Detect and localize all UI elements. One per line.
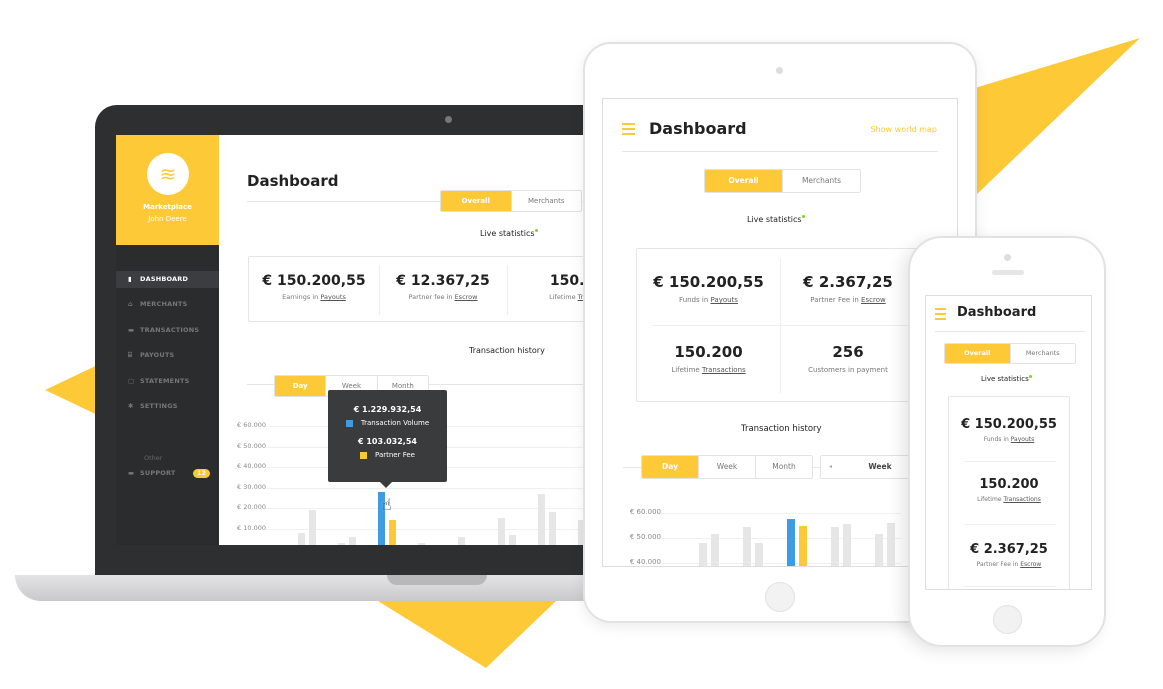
transactions-link[interactable]: Transactions [1003, 496, 1040, 503]
y-tick-label: € 60.000 [629, 508, 661, 516]
tablet-home-button[interactable] [765, 582, 795, 612]
view-tabs: Overall Merchants [944, 343, 1076, 364]
phone-home-button[interactable] [993, 605, 1022, 634]
bar[interactable] [887, 523, 895, 566]
bar[interactable] [418, 542, 425, 545]
bar[interactable] [875, 534, 883, 566]
y-tick-label: € 40.000 [629, 558, 661, 566]
stat-lifetime-transactions: 150.200 Lifetime Transactions [977, 477, 1041, 503]
bar[interactable] [843, 524, 851, 566]
phone-screen: Dashboard Overall Merchants Live statist… [925, 295, 1092, 590]
bar[interactable] [498, 518, 505, 545]
laptop-chart: € 10.000 € 20.000 € 30.000 € 40.000 € 50.000… [116, 135, 590, 545]
bar[interactable] [338, 542, 345, 545]
partner-fee-bar[interactable] [389, 520, 396, 545]
phone-camera [1004, 254, 1011, 261]
live-indicator [1028, 375, 1032, 378]
bar[interactable] [743, 526, 751, 566]
laptop-camera [445, 116, 452, 123]
transaction-volume-bar[interactable] [787, 519, 795, 566]
page-title: Dashboard [957, 305, 1037, 320]
y-tick-label: € 10.000 [237, 523, 266, 532]
triangle-bottom [378, 601, 556, 668]
bar[interactable] [538, 493, 545, 545]
laptop-screen: ≋ Marketplace John Deere ▮ DASHBOARD ⌂ MER… [116, 135, 590, 545]
chart-tooltip: € 1.229.932,54 Transaction Volume € 103.… [328, 390, 447, 488]
bar[interactable] [309, 510, 316, 545]
y-tick-label: € 20.000 [237, 503, 266, 511]
bar[interactable] [711, 534, 719, 566]
bar[interactable] [298, 532, 305, 545]
gridline [661, 563, 901, 564]
y-tick-label: € 50.000 [629, 533, 661, 541]
tablet-camera [776, 67, 783, 74]
stat-partner-fee: € 2.367,25 Partner Fee in Escrow [970, 542, 1048, 568]
gridline [661, 513, 901, 514]
tab-merchants[interactable]: Merchants [1009, 344, 1076, 363]
gridline [661, 538, 901, 539]
stat-funds: € 150.200,55 Funds in Payouts [961, 417, 1057, 443]
payouts-link[interactable]: Payouts [1011, 436, 1035, 443]
live-statistics-label: Live statistics [981, 375, 1032, 383]
y-tick-label: € 30.000 [237, 482, 266, 491]
y-tick-label: € 40.000 [237, 462, 266, 470]
bar[interactable] [831, 526, 839, 566]
laptop-notch [387, 575, 487, 585]
volume-swatch [345, 419, 353, 427]
partner-fee-bar[interactable] [799, 525, 807, 566]
y-tick-label: € 60.000 [237, 421, 266, 429]
phone-speaker [992, 270, 1024, 275]
y-tick-label: € 50.000 [237, 441, 266, 450]
hamburger-menu-icon[interactable] [935, 308, 946, 323]
tooltip-volume-value: € 1.229.932,54 [353, 405, 422, 414]
gridline [266, 487, 590, 489]
bar[interactable] [549, 512, 556, 545]
laptop-base [15, 575, 615, 601]
triangle-right [975, 38, 1140, 196]
bar[interactable] [458, 536, 465, 545]
bar[interactable] [699, 543, 707, 566]
escrow-link[interactable]: Escrow [1020, 561, 1041, 568]
bar[interactable] [755, 543, 763, 566]
bar[interactable] [349, 536, 356, 545]
bar[interactable] [509, 534, 516, 545]
tablet-screen: Dashboard Show world map Overall Merchan… [602, 98, 958, 567]
tooltip-fee-value: € 103.032,54 [358, 437, 417, 446]
fee-swatch [360, 451, 368, 459]
tablet-chart: € 40.000 € 50.000 € 60.000 [603, 99, 957, 566]
hand-cursor-icon: ☝ [382, 495, 392, 514]
tab-overall[interactable]: Overall [945, 344, 1010, 363]
stats-panel: € 150.200,55 Funds in Payouts 150.200 Life… [948, 396, 1070, 589]
